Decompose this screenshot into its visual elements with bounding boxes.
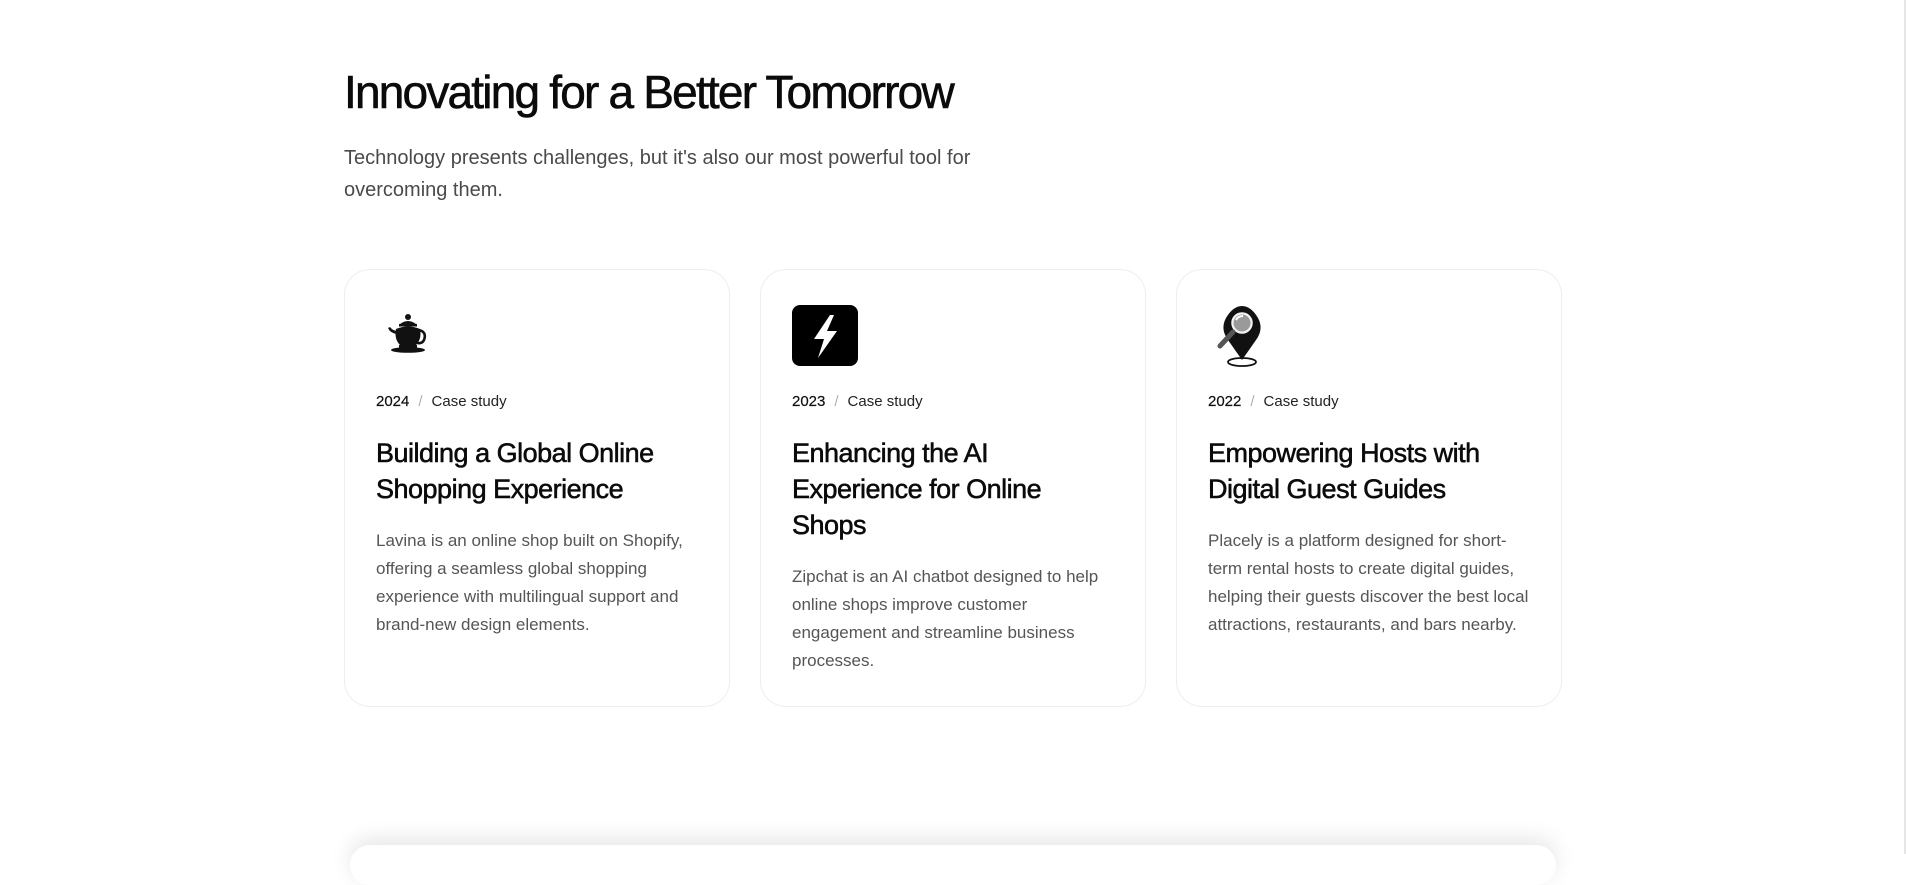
- case-study-card-placely[interactable]: 2022 / Case study Empowering Hosts with Di…: [1176, 269, 1562, 707]
- page-title: Innovating for a Better Tomorrow: [344, 66, 955, 119]
- lightning-bolt-icon: [792, 303, 858, 369]
- card-type: Case study: [847, 393, 923, 410]
- card-title: Building a Global Online Shopping Experi…: [376, 438, 655, 505]
- case-study-card-zipchat[interactable]: 2023 / Case study Enhancing the AI Experie…: [760, 269, 1146, 707]
- card-type: Case study: [431, 393, 507, 410]
- card-description: Placely is a platform designed for short…: [1208, 531, 1529, 634]
- card-title: Enhancing the AI Experience for Online S…: [792, 438, 1042, 541]
- case-study-card-lavina[interactable]: 2024 / Case study Building a Global Online…: [344, 269, 730, 707]
- card-meta: 2022 / Case study: [1208, 392, 1339, 412]
- teapot-icon: [376, 303, 442, 369]
- map-pin-magnifier-icon: [1208, 303, 1274, 369]
- meta-separator: /: [1250, 393, 1255, 410]
- card-description: Zipchat is an AI chatbot designed to hel…: [792, 567, 1099, 670]
- card-meta: 2024 / Case study: [376, 392, 507, 412]
- meta-separator: /: [418, 393, 423, 410]
- next-section-edge: [350, 845, 1556, 885]
- card-year: 2024: [376, 393, 410, 410]
- page-subtitle: Technology presents challenges, but it's…: [344, 147, 971, 201]
- case-study-cards: 2024 / Case study Building a Global Online…: [344, 269, 1562, 707]
- card-year: 2023: [792, 393, 826, 410]
- card-type: Case study: [1263, 393, 1339, 410]
- card-title: Empowering Hosts with Digital Guest Guid…: [1208, 438, 1481, 505]
- card-year: 2022: [1208, 393, 1242, 410]
- card-description: Lavina is an online shop built on Shopif…: [376, 531, 683, 634]
- meta-separator: /: [834, 393, 839, 410]
- card-meta: 2023 / Case study: [792, 392, 923, 412]
